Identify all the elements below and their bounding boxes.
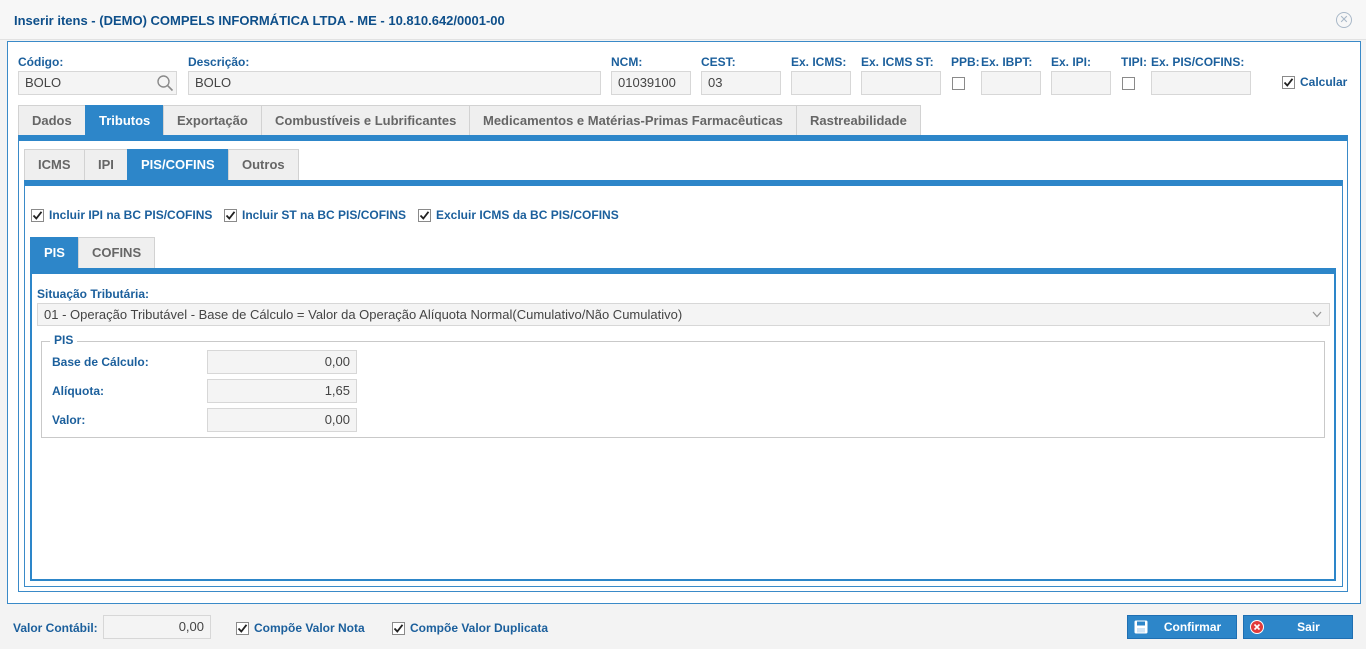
- valor-contabil-input[interactable]: 0,00: [103, 615, 211, 639]
- check-icon: [419, 211, 430, 220]
- ex-icms-label: Ex. ICMS:: [791, 55, 847, 69]
- ncm-input[interactable]: 01039100: [611, 71, 691, 95]
- tab-dados[interactable]: Dados: [18, 105, 86, 137]
- tab-icms[interactable]: ICMS: [24, 149, 85, 181]
- base-calculo-label: Base de Cálculo:: [52, 355, 149, 369]
- situacao-select[interactable]: 01 - Operação Tributável - Base de Cálcu…: [37, 303, 1330, 326]
- tab-combustiveis[interactable]: Combustíveis e Lubrificantes: [261, 105, 471, 137]
- tab-rastreabilidade[interactable]: Rastreabilidade: [796, 105, 921, 137]
- check-icon: [393, 624, 404, 633]
- base-calculo-input[interactable]: 0,00: [207, 350, 357, 374]
- ex-ibpt-input[interactable]: [981, 71, 1041, 95]
- situacao-value: 01 - Operação Tributável - Base de Cálcu…: [44, 307, 683, 322]
- aliquota-label: Alíquota:: [52, 384, 104, 398]
- calcular-label: Calcular: [1300, 75, 1348, 89]
- compoe-nota-checkbox[interactable]: [236, 622, 249, 635]
- close-icon[interactable]: ✕: [1336, 12, 1352, 28]
- incluir-st-checkbox[interactable]: [224, 209, 237, 222]
- tab-cofins[interactable]: COFINS: [78, 237, 156, 269]
- ex-ipi-input[interactable]: [1051, 71, 1111, 95]
- descricao-label: Descrição:: [188, 55, 250, 69]
- tab-outros[interactable]: Outros: [228, 149, 299, 181]
- codigo-input[interactable]: BOLO: [18, 71, 177, 95]
- valor-contabil-label: Valor Contábil:: [13, 621, 98, 635]
- excluir-icms-label: Excluir ICMS da BC PIS/COFINS: [436, 208, 619, 222]
- cest-input[interactable]: 03: [701, 71, 781, 95]
- incluir-ipi-label: Incluir IPI na BC PIS/COFINS: [49, 208, 213, 222]
- incluir-ipi-checkbox[interactable]: [31, 209, 44, 222]
- tipi-checkbox[interactable]: [1122, 77, 1135, 90]
- valor-input[interactable]: 0,00: [207, 408, 357, 432]
- confirmar-label: Confirmar: [1163, 620, 1222, 634]
- search-icon[interactable]: [156, 74, 174, 92]
- pis-group-title: PIS: [50, 333, 78, 347]
- tab-exportacao[interactable]: Exportação: [163, 105, 262, 137]
- compoe-duplicata-checkbox[interactable]: [392, 622, 405, 635]
- tab-pis[interactable]: PIS: [30, 237, 79, 269]
- sair-label: Sair: [1297, 620, 1320, 634]
- check-icon: [1283, 78, 1294, 87]
- tab-medicamentos[interactable]: Medicamentos e Matérias-Primas Farmacêut…: [469, 105, 797, 137]
- ncm-label: NCM:: [611, 55, 643, 69]
- window-title: Inserir itens - (DEMO) COMPELS INFORMÁTI…: [14, 13, 505, 28]
- calcular-checkbox[interactable]: [1282, 76, 1295, 89]
- ex-icms-input[interactable]: [791, 71, 851, 95]
- tipi-label: TIPI:: [1121, 55, 1147, 69]
- aliquota-input[interactable]: 1,65: [207, 379, 357, 403]
- descricao-input[interactable]: BOLO: [188, 71, 601, 95]
- cest-label: CEST:: [701, 55, 736, 69]
- check-icon: [237, 624, 248, 633]
- confirmar-button[interactable]: Confirmar: [1127, 615, 1237, 639]
- exit-icon: [1250, 620, 1264, 634]
- excluir-icms-checkbox[interactable]: [418, 209, 431, 222]
- tab-ipi[interactable]: IPI: [84, 149, 128, 181]
- tab-tributos[interactable]: Tributos: [85, 105, 165, 137]
- incluir-st-label: Incluir ST na BC PIS/COFINS: [242, 208, 407, 222]
- check-icon: [32, 211, 43, 220]
- chevron-down-icon: [1312, 311, 1322, 318]
- compoe-nota-label: Compõe Valor Nota: [254, 621, 365, 635]
- ex-pis-cofins-input[interactable]: [1151, 71, 1251, 95]
- ppb-checkbox[interactable]: [952, 77, 965, 90]
- sair-button[interactable]: Sair: [1243, 615, 1353, 639]
- check-icon: [225, 211, 236, 220]
- compoe-duplicata-label: Compõe Valor Duplicata: [410, 621, 549, 635]
- ex-pis-cofins-label: Ex. PIS/COFINS:: [1151, 55, 1245, 69]
- ex-icms-st-label: Ex. ICMS ST:: [861, 55, 934, 69]
- situacao-label: Situação Tributária:: [37, 287, 150, 301]
- save-icon: [1134, 620, 1148, 634]
- ppb-label: PPB:: [951, 55, 980, 69]
- ex-icms-st-input[interactable]: [861, 71, 941, 95]
- valor-label: Valor:: [52, 413, 86, 427]
- tab-pis-cofins[interactable]: PIS/COFINS: [127, 149, 229, 181]
- ex-ipi-label: Ex. IPI:: [1051, 55, 1092, 69]
- codigo-label: Código:: [18, 55, 64, 69]
- ex-ibpt-label: Ex. IBPT:: [981, 55, 1033, 69]
